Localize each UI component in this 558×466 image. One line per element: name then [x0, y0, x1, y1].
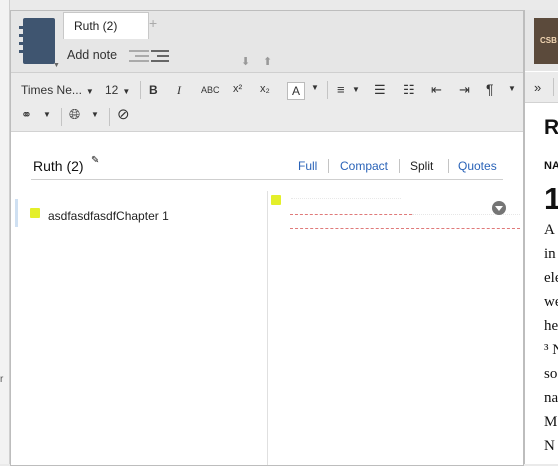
format-toolbar: Times Ne... ▼ 12 ▼ B I ABC x² x₂ A ▼ ≡ ▼ ☰…	[11, 73, 523, 132]
notebook-dropdown-icon[interactable]: ▼	[53, 62, 60, 69]
numbered-list-icon[interactable]: ☷	[403, 82, 415, 98]
text-line: in	[544, 246, 556, 262]
view-quotes[interactable]: Quotes	[458, 159, 497, 173]
font-family-select[interactable]: Times Ne... ▼	[21, 83, 94, 97]
superscript-button[interactable]: x²	[233, 83, 242, 95]
chevron-down-icon[interactable]: ▼	[311, 83, 319, 92]
notes-header: ▼ Ruth (2) + Add note ⬇ ⬆	[11, 11, 523, 73]
reader-window: CSB » R NA 1 A in ele we he ³ N so na M …	[524, 10, 558, 464]
background-window-glyph: r	[0, 374, 4, 385]
collapse-note-icon[interactable]	[492, 201, 506, 215]
chevron-down-icon[interactable]: ▼	[352, 85, 360, 94]
note-list: asdfasdfasdfChapter 1	[11, 191, 267, 465]
move-up-icon[interactable]: ⬆	[263, 55, 272, 68]
subscript-button[interactable]: x₂	[260, 83, 270, 95]
chevron-down-icon: ▼	[85, 87, 94, 96]
note-marker-icon	[30, 208, 40, 218]
notebook-title[interactable]: Ruth (2)	[33, 158, 84, 174]
bold-button[interactable]: B	[149, 83, 158, 97]
chevron-down-icon[interactable]: ▼	[43, 110, 51, 119]
edit-title-icon[interactable]: ✎	[91, 155, 99, 166]
new-tab-button[interactable]: +	[149, 15, 157, 31]
link-icon[interactable]: ⚭	[21, 107, 32, 123]
smallcaps-button[interactable]: ABC	[201, 85, 220, 95]
text-line: N	[544, 438, 555, 454]
bulleted-list-icon[interactable]: ☰	[374, 82, 386, 98]
text-color-button[interactable]: A	[287, 82, 305, 100]
toolbar-divider	[140, 81, 141, 99]
resource-cover-icon[interactable]: CSB	[534, 18, 558, 64]
move-down-icon[interactable]: ⬇	[241, 55, 250, 68]
notes-window: ▼ Ruth (2) + Add note ⬇ ⬆ Times Ne... ▼ 1…	[10, 10, 524, 466]
reader-text: R NA 1 A in ele we he ³ N so na M N	[544, 110, 558, 458]
editor-placeholder-line	[291, 198, 401, 200]
text-line: ³ N	[544, 342, 558, 358]
view-full[interactable]: Full	[298, 159, 317, 173]
view-divider	[448, 159, 449, 173]
text-line: na	[544, 390, 558, 406]
chevron-down-icon: ▼	[122, 87, 131, 96]
more-tools-button[interactable]: »	[534, 80, 541, 95]
globe-icon[interactable]: 🌐︎	[69, 106, 80, 123]
font-size-value: 12	[105, 83, 119, 97]
toolbar-divider	[61, 108, 62, 126]
note-marker-icon	[271, 195, 281, 205]
outdent-icon[interactable]	[129, 49, 149, 63]
paragraph-mark-icon[interactable]: ¶	[486, 81, 494, 97]
section-heading: NA	[544, 160, 558, 172]
view-divider	[399, 159, 400, 173]
text-line: M	[544, 414, 558, 430]
reader-header: CSB	[525, 10, 558, 71]
note-editor[interactable]	[268, 191, 523, 465]
toolbar-divider	[327, 81, 328, 99]
increase-indent-icon[interactable]: ⇥	[459, 82, 470, 98]
text-line: he	[544, 318, 558, 334]
add-note-button[interactable]: Add note	[67, 48, 117, 62]
note-label: asdfasdfasdfChapter 1	[48, 209, 169, 223]
view-divider	[328, 159, 329, 173]
text-line: ele	[544, 270, 558, 286]
book-title: R	[544, 116, 558, 139]
view-compact[interactable]: Compact	[340, 159, 388, 173]
decrease-indent-icon[interactable]: ⇤	[431, 82, 442, 98]
font-size-select[interactable]: 12 ▼	[105, 83, 130, 97]
spellcheck-underline	[290, 228, 520, 229]
toolbar-divider	[109, 108, 110, 126]
tab-ruth[interactable]: Ruth (2)	[63, 12, 149, 39]
notebook-title-row: Ruth (2) ✎ Full Compact Split Quotes	[11, 131, 523, 181]
text-line: A	[544, 222, 555, 238]
spellcheck-underline	[290, 214, 412, 215]
chevron-down-icon[interactable]: ▼	[91, 110, 99, 119]
toolbar-divider	[553, 78, 554, 96]
font-family-value: Times Ne...	[21, 83, 82, 97]
list-item[interactable]: asdfasdfasdfChapter 1	[15, 199, 268, 227]
chevron-down-icon[interactable]: ▼	[508, 84, 516, 93]
background-window-edge: r	[0, 0, 10, 464]
italic-button[interactable]: I	[177, 83, 181, 98]
indent-icon[interactable]	[151, 49, 169, 63]
notebook-icon[interactable]: ▼	[19, 18, 60, 69]
text-line: so	[544, 366, 558, 382]
clear-format-icon[interactable]: ⊘	[117, 105, 130, 123]
view-split[interactable]: Split	[410, 159, 433, 173]
title-divider	[31, 179, 503, 180]
editor-placeholder-line	[412, 214, 520, 216]
align-left-icon[interactable]: ≡	[337, 82, 345, 97]
text-line: we	[544, 294, 558, 310]
chapter-number: 1	[544, 181, 558, 216]
